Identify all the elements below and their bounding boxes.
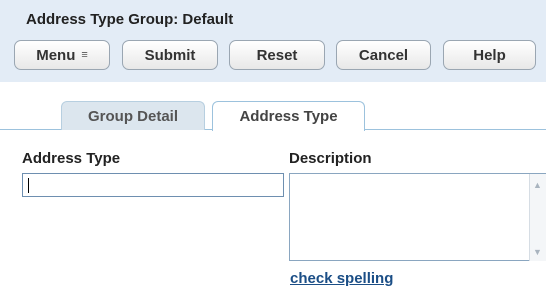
description-label: Description xyxy=(289,150,372,167)
check-spelling-link[interactable]: check spelling xyxy=(290,270,393,287)
tab-address-type[interactable]: Address Type xyxy=(212,101,365,131)
scroll-up-icon[interactable]: ▲ xyxy=(533,180,542,190)
page-title: Address Type Group: Default xyxy=(26,11,234,28)
submit-button[interactable]: Submit xyxy=(122,40,218,70)
help-button[interactable]: Help xyxy=(443,40,536,70)
description-scrollbar[interactable]: ▲ ▼ xyxy=(529,174,546,261)
page-header: Address Type Group: Default Menu ≡ Submi… xyxy=(0,0,546,82)
scroll-down-icon[interactable]: ▼ xyxy=(533,247,542,257)
tab-group-detail[interactable]: Group Detail xyxy=(61,101,205,130)
menu-button[interactable]: Menu ≡ xyxy=(14,40,110,70)
address-type-label: Address Type xyxy=(22,150,121,167)
menu-icon: ≡ xyxy=(81,49,88,61)
text-cursor xyxy=(28,178,29,193)
description-textarea[interactable]: ▲ ▼ xyxy=(289,173,546,261)
reset-button[interactable]: Reset xyxy=(229,40,325,70)
address-type-input[interactable] xyxy=(22,173,284,197)
cancel-button[interactable]: Cancel xyxy=(336,40,431,70)
menu-button-label: Menu xyxy=(36,46,76,64)
